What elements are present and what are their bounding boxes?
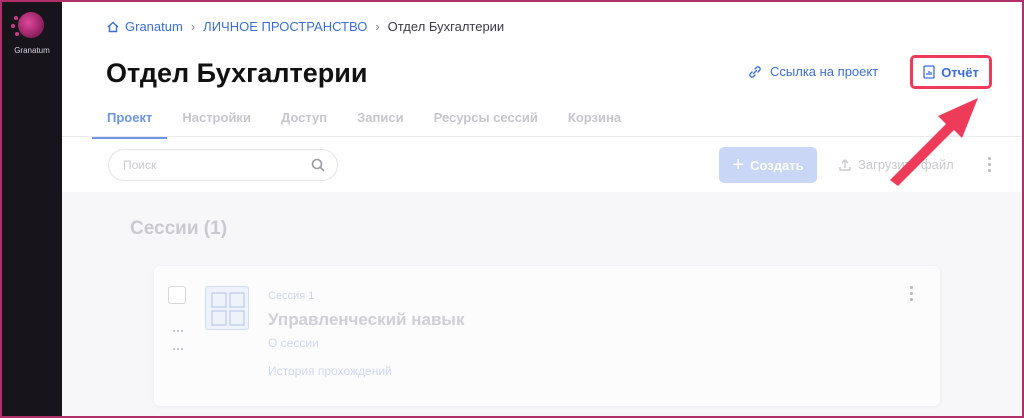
logo[interactable]: Granatum bbox=[8, 10, 56, 62]
tab-session-resources[interactable]: Ресурсы сессий bbox=[434, 110, 538, 139]
participants-icon bbox=[211, 292, 245, 326]
sessions-section: Сессии (1) Сессия 1 Управленческий навык… bbox=[62, 192, 1022, 416]
session-card[interactable]: Сессия 1 Управленческий навык О сессии И… bbox=[154, 266, 940, 406]
report-button[interactable]: Отчёт bbox=[910, 55, 992, 89]
tab-records[interactable]: Записи bbox=[357, 110, 403, 139]
tab-settings[interactable]: Настройки bbox=[182, 110, 251, 139]
logo-mark bbox=[18, 12, 44, 38]
sessions-heading: Сессии (1) bbox=[130, 218, 228, 239]
pointer-arrow-annotation bbox=[890, 98, 978, 186]
create-label: Создать bbox=[750, 157, 804, 173]
session-about-link[interactable]: О сессии bbox=[268, 336, 319, 350]
tab-bar: Проект Настройки Доступ Записи Ресурсы с… bbox=[92, 110, 651, 139]
breadcrumb-current: Отдел Бухгалтерии bbox=[387, 19, 505, 34]
session-thumbnail bbox=[205, 286, 249, 330]
tab-divider bbox=[62, 136, 1022, 137]
chevron-right-icon: › bbox=[375, 19, 380, 34]
breadcrumb-workspace[interactable]: ЛИЧНОЕ ПРОСТРАНСТВО bbox=[203, 19, 367, 34]
chevron-right-icon: › bbox=[190, 19, 196, 34]
logo-dot bbox=[11, 24, 15, 28]
report-label: Отчёт bbox=[941, 64, 979, 80]
session-label: Сессия 1 bbox=[268, 290, 315, 302]
project-link-button[interactable]: Ссылка на проект bbox=[748, 64, 878, 79]
page-title: Отдел Бухгалтерии bbox=[106, 58, 368, 88]
session-name[interactable]: Управленческий навык bbox=[268, 310, 464, 330]
tab-access[interactable]: Доступ bbox=[281, 110, 327, 139]
report-icon bbox=[923, 65, 935, 79]
app-frame: Granatum Granatum › ЛИЧНОЕ ПРОСТРАНСТВО … bbox=[0, 0, 1024, 418]
drag-handle-icon[interactable] bbox=[172, 320, 184, 356]
logo-text: Granatum bbox=[14, 46, 50, 55]
breadcrumb-home[interactable]: Granatum bbox=[125, 19, 183, 34]
tab-trash[interactable]: Корзина bbox=[568, 110, 621, 139]
breadcrumb: Granatum › ЛИЧНОЕ ПРОСТРАНСТВО › Отдел Б… bbox=[107, 19, 504, 34]
plus-icon: + bbox=[732, 153, 745, 176]
create-button[interactable]: + Создать bbox=[719, 147, 817, 183]
session-checkbox[interactable] bbox=[168, 286, 186, 304]
home-icon bbox=[107, 21, 119, 32]
search-icon[interactable] bbox=[311, 158, 325, 172]
search-placeholder: Поиск bbox=[123, 158, 157, 172]
search-input[interactable]: Поиск bbox=[108, 149, 338, 181]
session-history-link[interactable]: История прохождений bbox=[268, 364, 392, 378]
logo-dot bbox=[14, 16, 18, 20]
tab-project[interactable]: Проект bbox=[92, 110, 168, 139]
main-area: Granatum › ЛИЧНОЕ ПРОСТРАНСТВО › Отдел Б… bbox=[62, 2, 1022, 416]
session-more-icon[interactable] bbox=[910, 286, 914, 304]
sidebar: Granatum bbox=[2, 2, 62, 416]
project-link-label: Ссылка на проект bbox=[770, 64, 879, 79]
logo-dot bbox=[15, 32, 19, 36]
upload-icon bbox=[839, 158, 851, 171]
link-icon bbox=[749, 65, 761, 78]
